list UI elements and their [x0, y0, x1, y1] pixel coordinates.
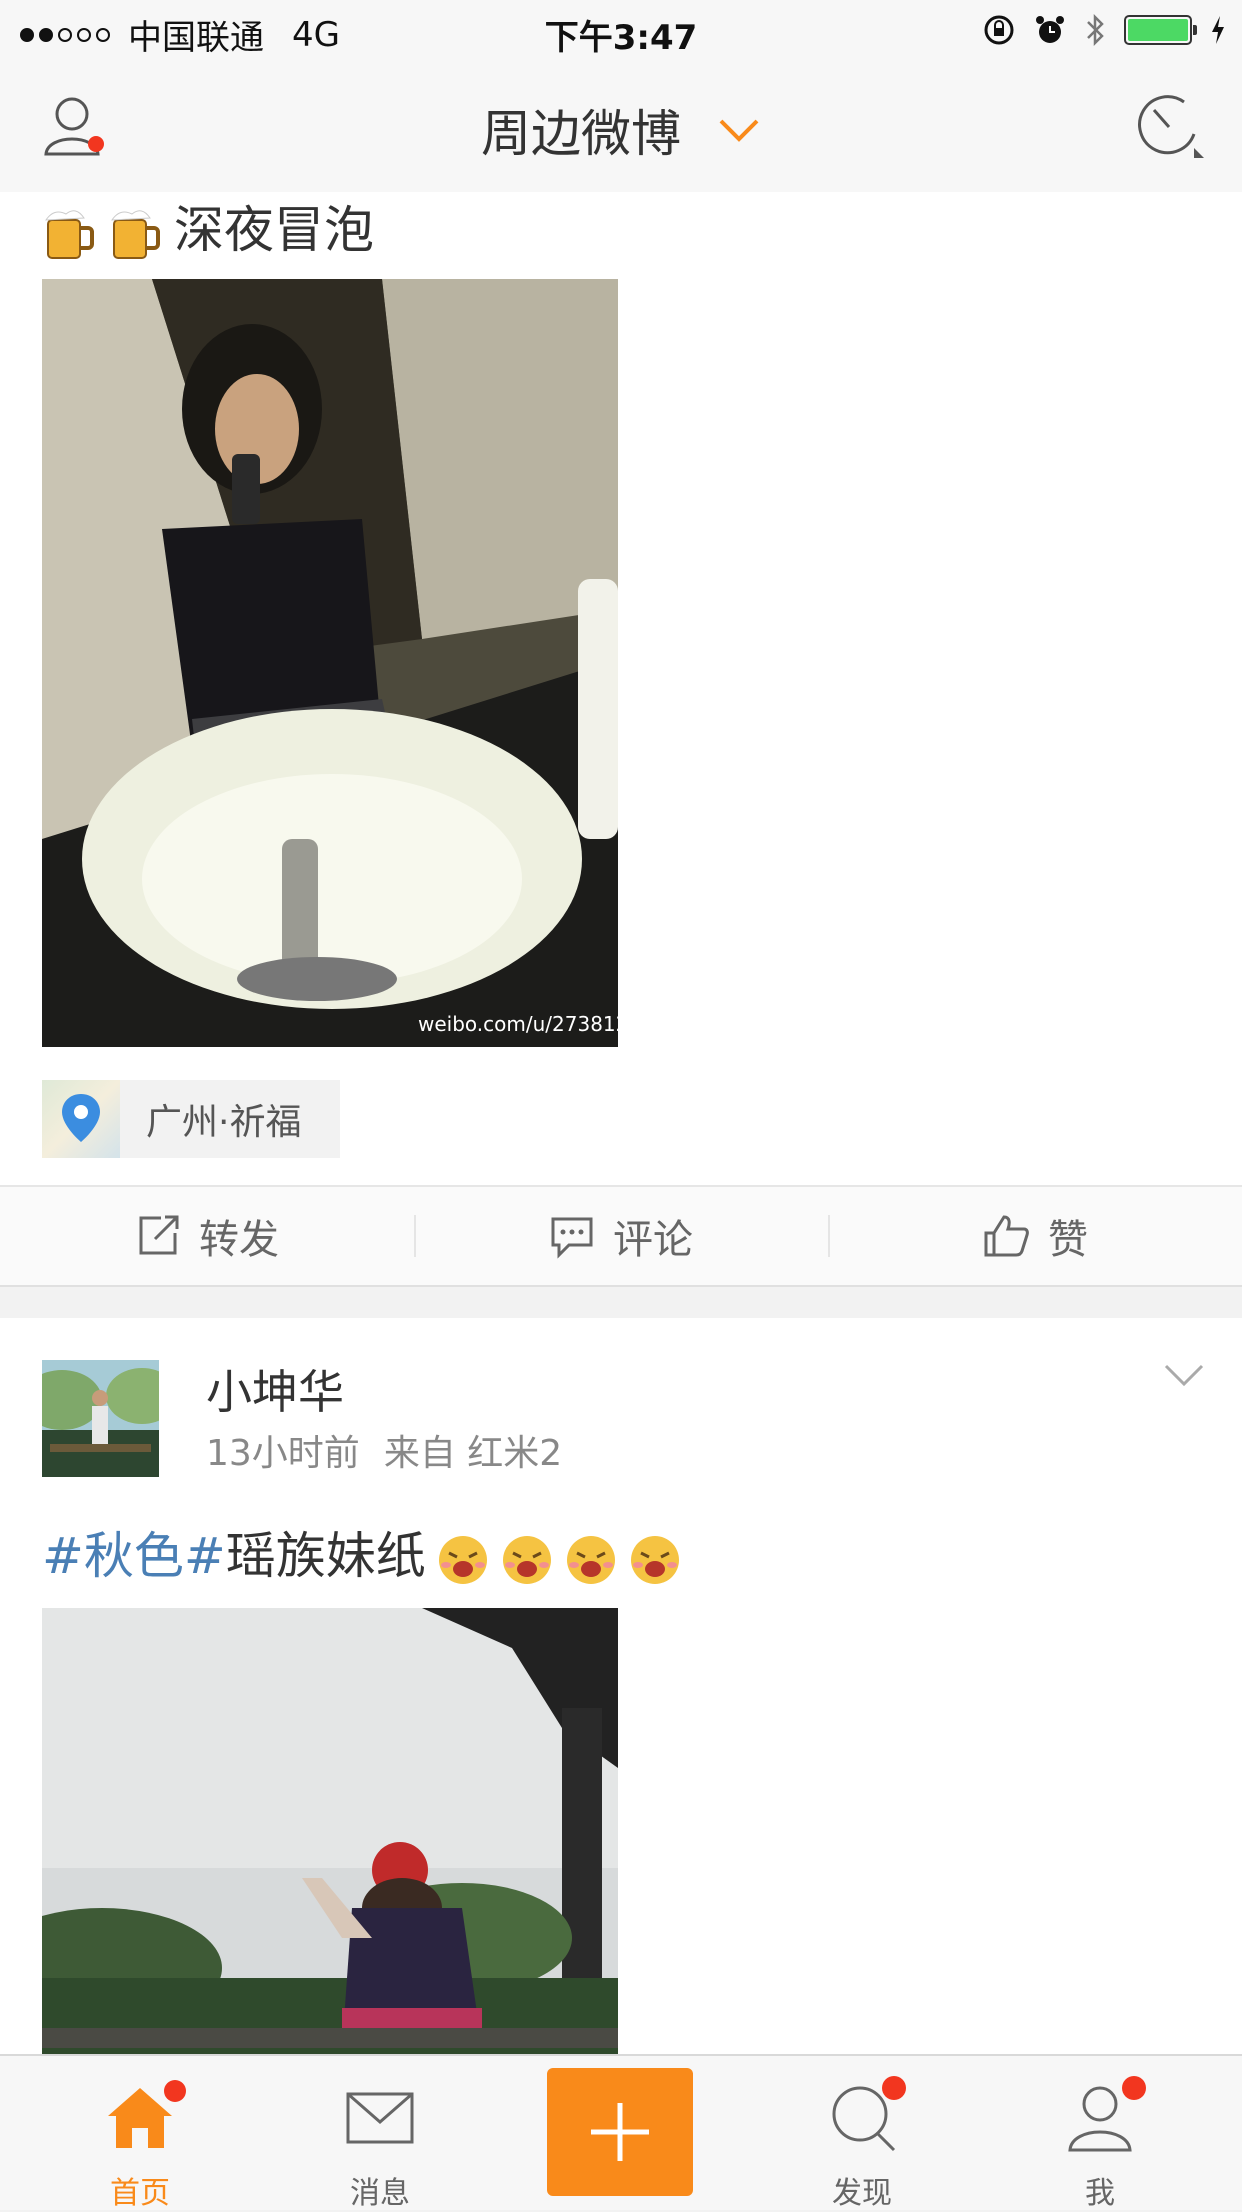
- notification-dot: [882, 2076, 906, 2100]
- tab-me[interactable]: 我: [1000, 2056, 1200, 2211]
- plus-icon: [591, 2103, 649, 2161]
- tab-discover[interactable]: 发现: [762, 2056, 962, 2211]
- tab-me-label: 我: [1085, 2176, 1115, 2211]
- location-pin-icon: [62, 1094, 100, 1142]
- beer-mug-icon: [45, 209, 94, 259]
- tab-home[interactable]: 首页: [40, 2056, 240, 2211]
- status-bar: 中国联通 4G 下午3:47: [0, 0, 1242, 62]
- repost-label: 转发: [199, 1217, 279, 1263]
- photo-illustration: [42, 1608, 618, 2108]
- tab-messages[interactable]: 消息: [280, 2056, 480, 2211]
- topic-link[interactable]: #秋色#: [42, 1527, 226, 1585]
- tab-discover-label: 发现: [832, 2176, 892, 2211]
- avatar[interactable]: [42, 1360, 159, 1477]
- status-right: [982, 12, 1226, 48]
- like-button[interactable]: 赞: [828, 1187, 1242, 1285]
- post-body-text: 瑶族妹纸: [225, 1527, 426, 1585]
- like-label: 赞: [1048, 1217, 1088, 1263]
- post-body-text: 深夜冒泡: [174, 201, 374, 259]
- post-photo[interactable]: weibo.com/u/2738127752: [42, 279, 618, 1047]
- bluetooth-icon: [1087, 13, 1104, 47]
- repost-button[interactable]: 转发: [0, 1187, 414, 1285]
- tab-messages-label: 消息: [350, 2176, 410, 2211]
- crying-face-icon: [502, 1535, 551, 1584]
- tab-bar: 首页 消息 发现 我: [0, 2054, 1242, 2211]
- chevron-down-icon: [719, 119, 759, 142]
- notification-dot: [1122, 2076, 1146, 2100]
- comment-icon: [551, 1217, 593, 1259]
- radar-icon: [1138, 95, 1204, 158]
- author-name[interactable]: 小坤华: [206, 1356, 344, 1422]
- location-tag[interactable]: 广州·祈福: [42, 1080, 340, 1158]
- compose-button[interactable]: [547, 2068, 693, 2196]
- post-meta: 13小时前 来自 红米2: [206, 1424, 562, 1476]
- post-photo[interactable]: [42, 1608, 618, 2108]
- crying-face-icon: [630, 1535, 679, 1584]
- more-chevron-icon[interactable]: [1162, 1360, 1206, 1390]
- post-text: 深夜冒泡: [42, 190, 374, 262]
- post-action-bar: 转发 评论 赞: [0, 1185, 1242, 1287]
- mail-icon: [346, 2092, 414, 2144]
- avatar-image: [42, 1360, 159, 1477]
- tab-home-label: 首页: [110, 2176, 170, 2211]
- location-label: 广州·祈福: [146, 1102, 302, 1143]
- nav-title-dropdown[interactable]: 周边微博: [0, 94, 1242, 166]
- charging-icon: [1212, 16, 1224, 44]
- notification-dot: [164, 2080, 186, 2102]
- map-thumbnail: [42, 1080, 120, 1158]
- post-text: #秋色#瑶族妹纸: [42, 1516, 682, 1588]
- thumbs-up-icon: [984, 1215, 1029, 1257]
- nav-bar: 周边微博: [0, 62, 1242, 194]
- page-title: 周边微博: [481, 105, 682, 163]
- battery-icon: [1124, 15, 1197, 45]
- comment-button[interactable]: 评论: [414, 1187, 828, 1285]
- photo-illustration: weibo.com/u/2738127752: [42, 279, 618, 1047]
- crying-face-icon: [438, 1535, 487, 1584]
- alarm-icon: [1036, 16, 1064, 43]
- crying-face-icon: [566, 1535, 615, 1584]
- post-source: 来自 红米2: [383, 1433, 563, 1474]
- rotation-lock-icon: [984, 15, 1014, 45]
- feed-card: 深夜冒泡 weibo.com/u/2738127752 广州·祈福: [0, 190, 1242, 1287]
- beer-mug-icon: [111, 209, 160, 259]
- radar-button[interactable]: [1136, 92, 1206, 162]
- photo-watermark: weibo.com/u/2738127752: [418, 1012, 618, 1036]
- repost-icon: [139, 1215, 179, 1255]
- post-time: 13小时前: [206, 1433, 360, 1474]
- comment-label: 评论: [613, 1217, 693, 1263]
